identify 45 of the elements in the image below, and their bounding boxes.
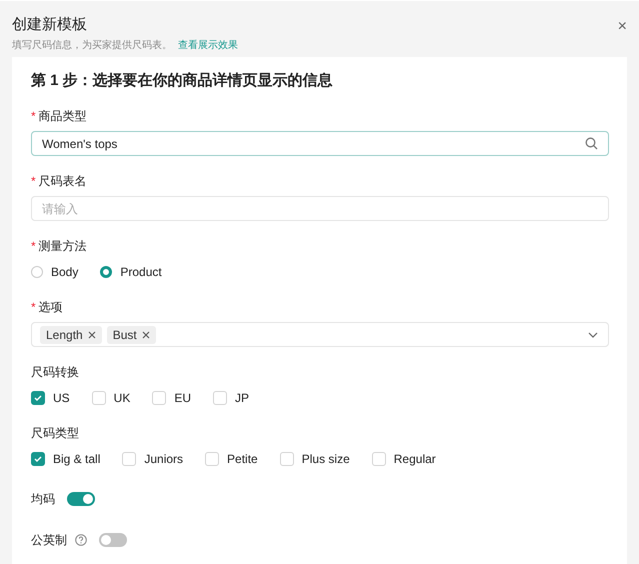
field-label: 测量方法 [38,239,87,253]
checkbox[interactable] [31,452,45,466]
radio-label: Body [51,265,78,279]
checkbox-label: UK [114,391,130,405]
checkbox-label: Juniors [144,452,184,466]
checkbox-label: Petite [227,452,258,466]
checkbox-label: EU [174,391,192,405]
field-label: 均码 [31,490,55,508]
toggle-switch[interactable] [99,533,127,547]
check-icon [34,456,42,462]
close-icon[interactable] [142,330,150,338]
checkbox-label: Plus size [302,452,350,466]
tag-label: Length [46,328,83,342]
checkbox[interactable] [31,391,45,405]
field-label: 尺码表名 [38,174,87,188]
checkbox-label: US [53,391,70,405]
field-label: 商品类型 [38,109,87,123]
step-title: 第 1 步：选择要在你的商品详情页显示的信息 [31,71,334,91]
check-icon [34,395,42,401]
search-field[interactable]: Women's tops [31,131,609,156]
toggle-switch[interactable] [67,492,95,506]
checkbox-label: JP [235,391,250,405]
checkbox-label: Big & tall [53,452,100,466]
radio-button[interactable] [100,266,112,278]
close-icon[interactable] [88,330,96,338]
radio-label: Product [120,265,162,279]
input-field[interactable]: 请输入 [31,196,609,221]
field-label: 选项 [38,300,63,314]
dialog-subtitle: 填写尺码信息，为买家提供尺码表。 [12,40,172,51]
dialog-title: 创建新模板 [12,15,88,35]
checkbox-label: Regular [394,452,436,466]
required-mark: * [31,239,36,253]
select-field[interactable]: Length Bust [31,322,609,347]
field-label: 尺码类型 [31,426,79,440]
chevron-down-icon[interactable] [588,332,598,338]
required-mark: * [31,174,36,188]
search-icon[interactable] [585,137,598,150]
field-label: 公英制 [31,532,67,548]
tag-label: Bust [112,328,137,342]
required-mark: * [31,300,36,314]
required-mark: * [31,109,36,123]
radio-button[interactable] [31,266,43,278]
help-icon[interactable] [75,534,87,546]
field-label: 尺码转换 [31,365,79,379]
close-button[interactable]: × [618,17,627,37]
